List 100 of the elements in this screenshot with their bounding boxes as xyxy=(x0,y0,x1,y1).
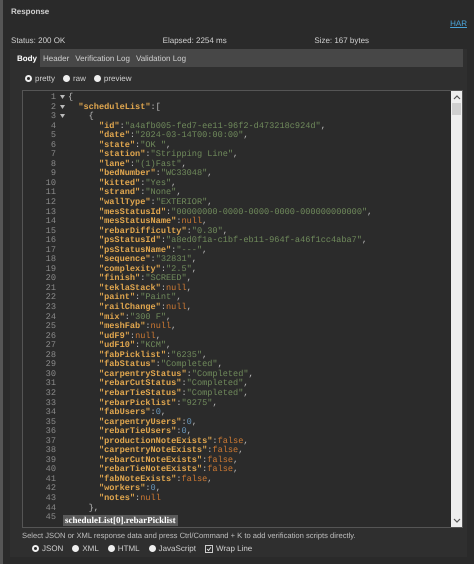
wrap-line-checkbox[interactable]: Wrap Line xyxy=(204,544,252,553)
code-line: "railChange":null, xyxy=(98,303,192,312)
line-number: 20 xyxy=(44,274,56,284)
code-line: "finish":"SCREED", xyxy=(98,274,192,284)
line-number: 4 xyxy=(50,122,56,131)
line-number: 37 xyxy=(44,436,56,446)
elapsed-text: Elapsed: 2254 ms xyxy=(162,36,228,44)
line-number: 38 xyxy=(44,446,56,456)
tab[interactable]: Validation Log xyxy=(132,49,190,67)
radio-icon[interactable] xyxy=(148,545,156,552)
line-number: 24 xyxy=(44,312,56,322)
line-number: 11 xyxy=(44,188,56,198)
line-number: 5 xyxy=(50,131,56,141)
scroll-up-icon[interactable] xyxy=(452,94,460,100)
code-line: "fabUsers":0, xyxy=(98,408,166,418)
line-number: 44 xyxy=(44,504,56,513)
line-number: 12 xyxy=(44,198,56,208)
code-line: "carpentryStatus":"Completed", xyxy=(98,370,254,379)
line-number: 35 xyxy=(44,418,56,427)
scroll-thumb[interactable] xyxy=(452,103,461,115)
code-line: "complexity":"2.5", xyxy=(98,264,197,274)
code-line: }, xyxy=(88,504,99,514)
code-line: "rebarDifficulty":"0.30", xyxy=(98,226,228,236)
line-number: 15 xyxy=(44,226,56,236)
code-line: "meshFab":null, xyxy=(98,322,176,332)
line-number: 2 xyxy=(50,102,56,112)
code-line: "workers":0, xyxy=(98,484,161,494)
line-number: 23 xyxy=(44,303,56,313)
status-text: Status: 200 OK xyxy=(11,36,66,44)
code-line: "mix":"300 F", xyxy=(98,312,172,322)
radio-icon[interactable] xyxy=(32,545,39,552)
line-number: 13 xyxy=(44,208,56,217)
radio-option[interactable]: JSON xyxy=(32,544,64,553)
code-line: "teklaStack":null, xyxy=(98,284,192,293)
line-number: 33 xyxy=(44,398,56,408)
line-number: 19 xyxy=(44,264,56,274)
code-line: "date":"2024-03-14T00:00:00", xyxy=(98,131,249,140)
radio-option[interactable]: JavaScript xyxy=(148,544,196,553)
code-line: "fabNoteExists":false, xyxy=(98,474,212,484)
tab[interactable]: Verification Log xyxy=(72,49,133,67)
scroll-down-icon[interactable] xyxy=(452,518,460,524)
code-line: "mesStatusId":"00000000-0000-0000-0000-000000000000", xyxy=(98,208,372,217)
code-line: "udF10":"KCM", xyxy=(98,341,172,350)
line-number: 1 xyxy=(50,93,56,103)
radio-option[interactable]: raw xyxy=(63,74,86,82)
code-line: "psStatusName":"---", xyxy=(98,246,208,255)
line-number: 29 xyxy=(44,360,56,370)
code-line: "notes":null xyxy=(98,494,161,504)
radio-icon[interactable] xyxy=(63,74,70,82)
radio-option[interactable]: preview xyxy=(94,74,132,82)
path-tooltip: scheduleList[0].rebarPicklist xyxy=(63,515,178,526)
fold-caret-icon[interactable] xyxy=(60,95,64,99)
line-number: 36 xyxy=(44,427,56,437)
code-line: "wallType":"EXTERIOR", xyxy=(98,198,212,208)
code-line: "rebarTieUsers":0, xyxy=(98,427,192,436)
scrollbar[interactable] xyxy=(451,91,462,527)
radio-icon[interactable] xyxy=(108,545,115,552)
code-line: { xyxy=(88,112,94,122)
code-line: "fabPicklist":"6235", xyxy=(98,350,208,360)
line-number: 40 xyxy=(44,465,56,475)
radio-option[interactable]: pretty xyxy=(25,74,56,82)
line-number: 39 xyxy=(44,456,56,465)
line-number: 16 xyxy=(44,236,56,246)
radio-icon[interactable] xyxy=(72,545,80,552)
code-line: "bedNumber":"WC33048", xyxy=(98,169,212,178)
har-link[interactable]: HAR xyxy=(450,19,467,31)
radio-option[interactable]: HTML xyxy=(108,544,140,553)
size-text: Size: 167 bytes xyxy=(314,36,370,44)
code-line: "udF9":null, xyxy=(98,332,161,341)
radio-icon[interactable] xyxy=(94,74,101,82)
code-line: "rebarCutNoteExists":false, xyxy=(98,456,238,465)
line-number: 10 xyxy=(44,178,56,188)
line-number: 26 xyxy=(44,332,56,341)
code-line: "psStatusId":"a8ed0f1a-c1bf-eb11-964f-a46f1cc4aba7", xyxy=(98,236,368,246)
tab[interactable]: Header xyxy=(40,49,72,67)
line-number: 6 xyxy=(50,140,56,150)
tab[interactable]: Body xyxy=(14,49,40,67)
code-line: "sequence":"32831", xyxy=(98,255,197,264)
code-editor[interactable] xyxy=(22,90,463,528)
line-number: 25 xyxy=(44,322,56,332)
line-number: 41 xyxy=(44,474,56,484)
line-number: 17 xyxy=(44,246,56,255)
line-number: 9 xyxy=(50,169,56,179)
line-number: 18 xyxy=(44,255,56,265)
line-number: 43 xyxy=(44,494,56,504)
code-line: "carpentryNoteExists":false, xyxy=(98,446,244,456)
code-line: "station":"Stripping Line", xyxy=(98,150,238,160)
checkbox-icon[interactable] xyxy=(204,544,213,552)
code-line: "fabStatus":"Completed", xyxy=(98,360,223,370)
radio-icon[interactable] xyxy=(25,74,32,82)
code-line: "productionNoteExists":false, xyxy=(98,436,249,446)
line-number: 22 xyxy=(44,293,56,303)
line-number: 28 xyxy=(44,350,56,360)
code-line: "kitted":"Yes", xyxy=(98,178,176,188)
panel-title: Response xyxy=(10,6,50,18)
code-line: "strand":"None", xyxy=(98,188,182,198)
line-number: 3 xyxy=(50,112,56,122)
code-line: { xyxy=(68,93,74,103)
code-line: "rebarTieStatus":"Completed", xyxy=(98,388,249,398)
radio-option[interactable]: XML xyxy=(72,544,99,553)
